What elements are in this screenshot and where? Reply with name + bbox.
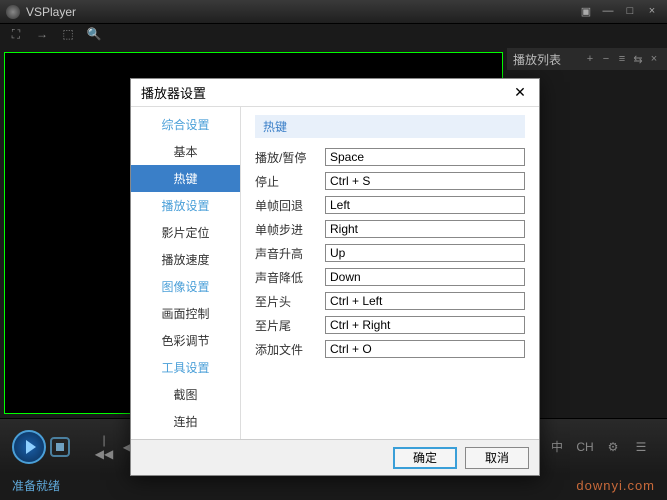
hotkey-label: 声音升高 xyxy=(255,245,325,262)
hotkey-row: 单帧步进 xyxy=(255,220,525,238)
window-minimize-button[interactable]: — xyxy=(599,5,617,19)
hotkey-row: 至片头 xyxy=(255,292,525,310)
dialog-content: 热键 播放/暂停停止单帧回退单帧步进声音升高声音降低至片头至片尾添加文件 xyxy=(241,107,539,439)
hotkey-input[interactable] xyxy=(325,316,525,334)
toolbar: ⛶ → ⬚ 🔍 xyxy=(0,24,667,48)
hotkey-input[interactable] xyxy=(325,340,525,358)
settings-dialog: 播放器设置 ✕ 综合设置 基本 热键 播放设置 影片定位 播放速度 图像设置 画… xyxy=(130,78,540,476)
stop-button[interactable] xyxy=(50,437,70,457)
content-heading: 热键 xyxy=(255,115,525,138)
sidebar-category-general: 综合设置 xyxy=(131,111,240,138)
hotkey-row: 添加文件 xyxy=(255,340,525,358)
playlist-sort-button[interactable]: ⇆ xyxy=(631,53,645,66)
cancel-button[interactable]: 取消 xyxy=(465,447,529,469)
search-button[interactable]: 🔍 xyxy=(84,27,104,45)
dialog-footer: 确定 取消 xyxy=(131,439,539,475)
settings-icon[interactable]: ⚙ xyxy=(603,440,623,454)
sidebar-item-hotkey[interactable]: 热键 xyxy=(131,165,240,192)
play-button[interactable] xyxy=(12,430,46,464)
hotkey-label: 至片头 xyxy=(255,293,325,310)
sidebar-item-display[interactable]: 画面控制 xyxy=(131,300,240,327)
watermark: downyi.com xyxy=(576,478,655,493)
dialog-sidebar: 综合设置 基本 热键 播放设置 影片定位 播放速度 图像设置 画面控制 色彩调节… xyxy=(131,107,241,439)
hotkey-row: 声音降低 xyxy=(255,268,525,286)
layout-button[interactable]: ⬚ xyxy=(58,27,78,45)
titlebar: VSPlayer ▣ — □ × xyxy=(0,0,667,24)
lang-en-button[interactable]: CH xyxy=(575,440,595,454)
ok-button[interactable]: 确定 xyxy=(393,447,457,469)
sidebar-item-seek[interactable]: 影片定位 xyxy=(131,219,240,246)
hotkey-label: 至片尾 xyxy=(255,317,325,334)
hotkey-label: 单帧回退 xyxy=(255,197,325,214)
sidebar-item-basic[interactable]: 基本 xyxy=(131,138,240,165)
pin-button[interactable]: → xyxy=(32,27,52,45)
hotkey-input[interactable] xyxy=(325,292,525,310)
hotkey-row: 至片尾 xyxy=(255,316,525,334)
dialog-close-button[interactable]: ✕ xyxy=(511,84,529,101)
hotkey-input[interactable] xyxy=(325,196,525,214)
lang-ch-button[interactable]: 中 xyxy=(547,438,567,455)
sidebar-item-speed[interactable]: 播放速度 xyxy=(131,246,240,273)
hotkey-row: 声音升高 xyxy=(255,244,525,262)
sidebar-category-tools: 工具设置 xyxy=(131,354,240,381)
hotkey-input[interactable] xyxy=(325,268,525,286)
prev-track-button[interactable]: |◀◀ xyxy=(94,433,114,461)
window-close-button[interactable]: × xyxy=(643,5,661,19)
window-maximize-button[interactable]: □ xyxy=(621,5,639,19)
hotkey-input[interactable] xyxy=(325,148,525,166)
playlist-close-button[interactable]: × xyxy=(647,53,661,65)
dialog-titlebar: 播放器设置 ✕ xyxy=(131,79,539,107)
hotkey-row: 单帧回退 xyxy=(255,196,525,214)
playlist-header: 播放列表 + − ≡ ⇆ × xyxy=(507,48,667,70)
hotkey-label: 声音降低 xyxy=(255,269,325,286)
dialog-body: 综合设置 基本 热键 播放设置 影片定位 播放速度 图像设置 画面控制 色彩调节… xyxy=(131,107,539,439)
hotkey-label: 停止 xyxy=(255,173,325,190)
playlist-toggle-button[interactable]: ☰ xyxy=(631,440,651,454)
fullscreen-button[interactable]: ⛶ xyxy=(6,27,26,45)
app-logo-icon xyxy=(6,5,20,19)
hotkey-label: 单帧步进 xyxy=(255,221,325,238)
playlist-title: 播放列表 xyxy=(513,51,581,68)
sidebar-category-playback: 播放设置 xyxy=(131,192,240,219)
playlist-remove-button[interactable]: − xyxy=(599,53,613,65)
status-bar: 准备就绪 downyi.com xyxy=(0,474,667,496)
hotkey-input[interactable] xyxy=(325,244,525,262)
hotkey-input[interactable] xyxy=(325,172,525,190)
hotkey-row: 播放/暂停 xyxy=(255,148,525,166)
hotkey-row: 停止 xyxy=(255,172,525,190)
playlist-clear-button[interactable]: ≡ xyxy=(615,53,629,65)
sidebar-item-snapshot[interactable]: 截图 xyxy=(131,381,240,408)
sidebar-item-color[interactable]: 色彩调节 xyxy=(131,327,240,354)
hotkey-label: 添加文件 xyxy=(255,341,325,358)
window-restore-button[interactable]: ▣ xyxy=(577,5,595,19)
playlist-add-button[interactable]: + xyxy=(583,53,597,65)
hotkey-input[interactable] xyxy=(325,220,525,238)
dialog-title: 播放器设置 xyxy=(141,83,511,102)
app-title: VSPlayer xyxy=(26,5,573,19)
sidebar-category-image: 图像设置 xyxy=(131,273,240,300)
hotkey-label: 播放/暂停 xyxy=(255,149,325,166)
status-text: 准备就绪 xyxy=(12,477,576,494)
sidebar-item-burst[interactable]: 连拍 xyxy=(131,408,240,435)
